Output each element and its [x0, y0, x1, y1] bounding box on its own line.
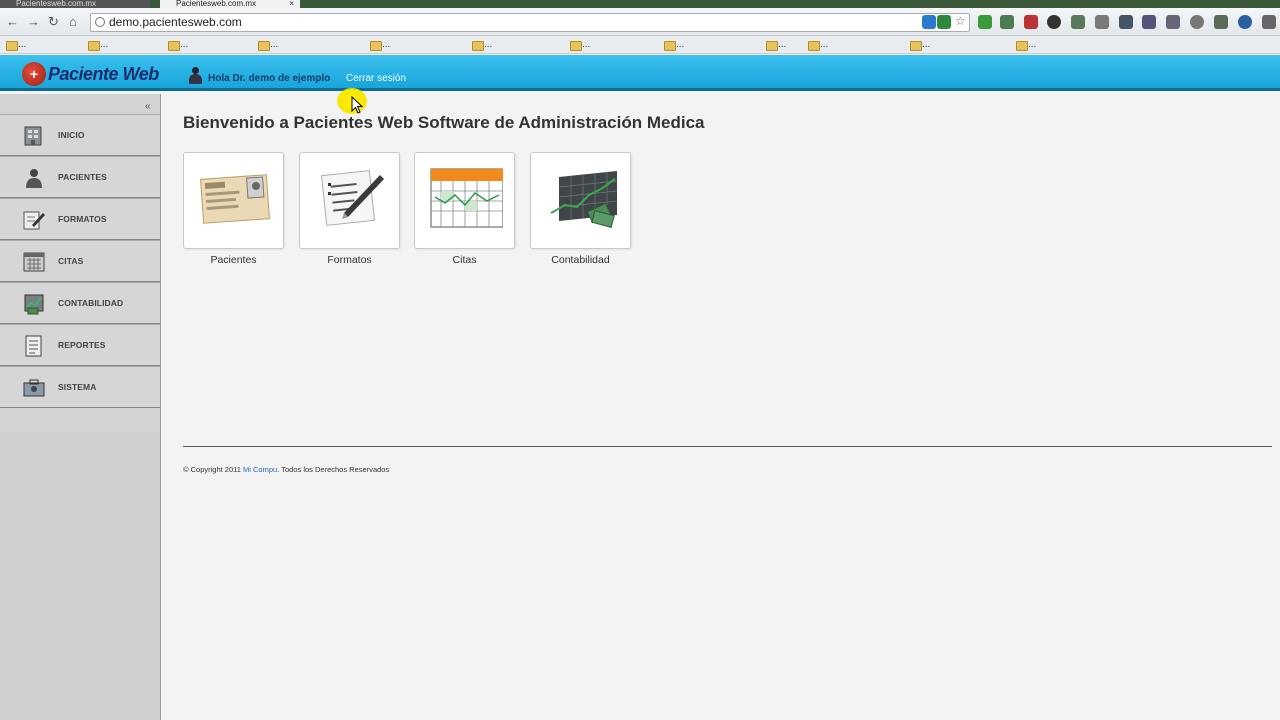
bookmark-folder[interactable]: ...: [806, 38, 906, 52]
sidebar-item-label: FORMATOS: [58, 214, 107, 224]
sidebar-item-label: CITAS: [58, 256, 84, 266]
patient-icon: [26, 169, 42, 188]
extension-icon[interactable]: [1095, 15, 1109, 29]
logo-icon: +: [22, 62, 46, 86]
extension-icon[interactable]: [1190, 15, 1204, 29]
sidebar-item-label: REPORTES: [58, 340, 106, 350]
bookmark-folder[interactable]: ...: [86, 38, 164, 52]
logo-text: Paciente Web: [48, 63, 159, 84]
mouse-pointer-icon: [351, 96, 363, 114]
app-logo[interactable]: + Paciente Web: [22, 62, 159, 86]
accounting-icon: [24, 294, 44, 315]
browser-tab[interactable]: Pacientesweb.com.mx: [0, 0, 150, 8]
tile-label: Formatos: [327, 254, 372, 266]
bookmarks-bar: ... ... ... ... ... ... ... ... ... ... …: [0, 36, 1280, 54]
footer: © Copyright 2011 Mi Compu. Todos los Der…: [183, 465, 389, 474]
patient-card-icon: [200, 174, 270, 224]
close-tab-icon[interactable]: ×: [289, 0, 294, 8]
collapse-sidebar-icon[interactable]: «: [145, 101, 151, 112]
forward-icon[interactable]: →: [27, 15, 40, 29]
tile-label: Citas: [452, 254, 477, 266]
extension-icon[interactable]: [1119, 15, 1133, 29]
bookmark-folder[interactable]: ...: [470, 38, 565, 52]
extension-icon[interactable]: [1166, 15, 1180, 29]
wrench-icon[interactable]: [1262, 15, 1276, 29]
tile-pacientes[interactable]: [183, 152, 284, 249]
tile-formatos[interactable]: [299, 152, 400, 249]
browser-tab-label: Pacientesweb.com.mx: [16, 0, 97, 8]
site-info-icon[interactable]: [95, 17, 105, 27]
bookmark-star-icon[interactable]: ☆: [955, 14, 966, 28]
sidebar-item-formatos[interactable]: FORMATOS: [0, 198, 160, 240]
extension-icon[interactable]: [1142, 15, 1156, 29]
home-icon[interactable]: ⌂: [69, 15, 77, 29]
sidebar-item-sistema[interactable]: SISTEMA: [0, 366, 160, 408]
sidebar-item-reportes[interactable]: REPORTES: [0, 324, 160, 366]
extension-icon[interactable]: [1024, 15, 1038, 29]
app-header: + Paciente Web Hola Dr. demo de ejemplo …: [0, 55, 1280, 91]
page-title: Bienvenido a Pacientes Web Software de A…: [183, 113, 705, 132]
bookmark-folder[interactable]: ...: [908, 38, 1013, 52]
bookmark-folder[interactable]: ...: [764, 38, 804, 52]
user-icon: [188, 67, 202, 85]
extension-icon[interactable]: [1238, 15, 1252, 29]
sidebar-item-label: SISTEMA: [58, 382, 97, 392]
calendar-grid-icon: [430, 168, 503, 228]
bookmark-folder[interactable]: ...: [4, 38, 82, 52]
tile-label: Contabilidad: [551, 254, 610, 266]
user-name: Hola Dr. demo de ejemplo: [208, 73, 331, 84]
extension-icon[interactable]: [1071, 15, 1085, 29]
extension-icon[interactable]: [1214, 15, 1228, 29]
company-link[interactable]: Mi Compu: [243, 465, 277, 474]
form-pen-icon: [320, 170, 384, 226]
chart-money-icon: [550, 171, 618, 228]
tile-contabilidad[interactable]: [530, 152, 631, 249]
extension-icon[interactable]: [937, 15, 951, 29]
tile-citas[interactable]: [414, 152, 515, 249]
sidebar-item-contabilidad[interactable]: CONTABILIDAD: [0, 282, 160, 324]
bookmark-folder[interactable]: ...: [166, 38, 256, 52]
browser-toolbar: ← → ↻ ⌂ demo.pacientesweb.com ☆: [0, 8, 1280, 36]
sidebar: « INICIO PACIENTES FORMATOS CITAS CONTAB…: [0, 94, 161, 720]
system-icon: [23, 379, 45, 397]
copyright-text: © Copyright 2011: [183, 465, 241, 474]
extension-icon[interactable]: [1047, 15, 1061, 29]
main-content: Bienvenido a Pacientes Web Software de A…: [162, 94, 1280, 720]
bookmark-folder[interactable]: ...: [1014, 38, 1104, 52]
extension-icon[interactable]: [1000, 15, 1014, 29]
logout-link[interactable]: Cerrar sesión: [346, 73, 406, 84]
address-bar-url: demo.pacientesweb.com: [109, 15, 242, 29]
sidebar-nav: INICIO PACIENTES FORMATOS CITAS CONTABIL…: [0, 114, 160, 408]
back-icon[interactable]: ←: [6, 15, 19, 29]
address-bar[interactable]: demo.pacientesweb.com: [90, 13, 970, 32]
extension-icon[interactable]: [978, 15, 992, 29]
calendar-icon: [23, 252, 45, 272]
sidebar-item-inicio[interactable]: INICIO: [0, 114, 160, 156]
sidebar-item-label: CONTABILIDAD: [58, 298, 124, 308]
browser-tab-label: Pacientesweb.com.mx: [176, 0, 257, 8]
sidebar-item-pacientes[interactable]: PACIENTES: [0, 156, 160, 198]
sidebar-item-citas[interactable]: CITAS: [0, 240, 160, 282]
reload-icon[interactable]: ↻: [48, 15, 59, 29]
reports-icon: [25, 335, 42, 357]
bookmark-folder[interactable]: ...: [662, 38, 762, 52]
sidebar-item-label: INICIO: [58, 130, 85, 140]
forms-icon: [23, 211, 45, 230]
bookmark-folder[interactable]: ...: [256, 38, 366, 52]
sidebar-item-label: PACIENTES: [58, 172, 107, 182]
bookmark-folder[interactable]: ...: [568, 38, 658, 52]
sidebar-empty-area: [0, 432, 160, 720]
home-icon: [24, 126, 42, 146]
browser-tabstrip: Pacientesweb.com.mx Pacientesweb.com.mx ×: [0, 0, 1280, 8]
bookmark-folder[interactable]: ...: [368, 38, 468, 52]
tile-label: Pacientes: [210, 254, 257, 266]
extension-icon[interactable]: [922, 15, 936, 29]
browser-tab-active[interactable]: Pacientesweb.com.mx ×: [160, 0, 300, 8]
footer-divider: [183, 446, 1272, 447]
rights-text: . Todos los Derechos Reservados: [277, 465, 390, 474]
